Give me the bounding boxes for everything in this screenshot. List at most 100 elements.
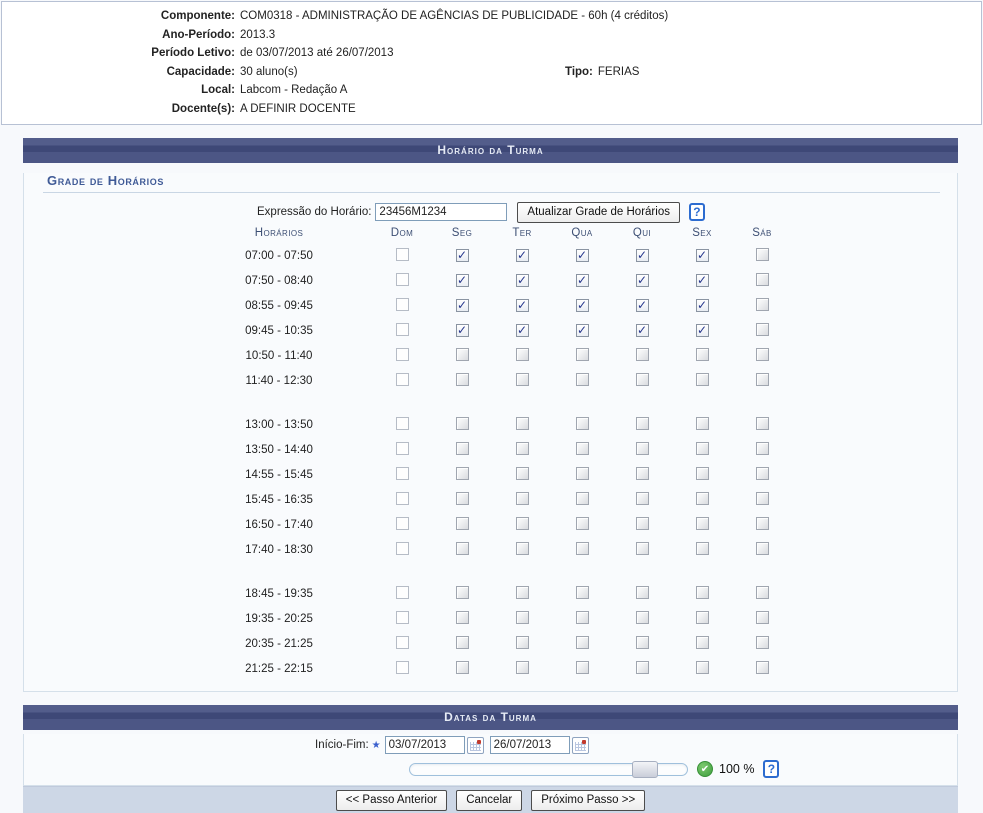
dates-panel: Datas da Turma Início-Fim: ★ ✔ 100 % ? <… [23, 705, 958, 813]
checkbox-dom-8[interactable] [396, 442, 409, 455]
checkbox-sex-15 [696, 636, 709, 649]
progress-slider-handle[interactable] [632, 761, 658, 778]
info-value: COM0318 - ADMINISTRAÇÃO DE AGÊNCIAS DE P… [240, 7, 668, 26]
previous-step-button[interactable]: << Passo Anterior [336, 790, 447, 811]
checkbox-qua-4[interactable]: ✓ [576, 324, 589, 337]
info-label-secondary: Tipo: [565, 63, 593, 82]
grid-cell [372, 243, 432, 268]
checkbox-dom-5[interactable] [396, 348, 409, 361]
checkbox-sab-3 [756, 298, 769, 311]
schedule-row: 17:40 - 18:30 [224, 537, 792, 562]
grid-cell [612, 487, 672, 512]
start-date-calendar-icon[interactable] [467, 737, 484, 754]
grid-header-time: Horários [224, 223, 372, 243]
grid-cell [552, 437, 612, 462]
grid-cell [552, 537, 612, 562]
checkbox-sab-10 [756, 492, 769, 505]
progress-percent: 100 % [719, 762, 754, 776]
required-star-icon: ★ [372, 740, 381, 751]
progress-slider[interactable] [409, 763, 688, 776]
checkbox-dom-12[interactable] [396, 542, 409, 555]
checkbox-dom-16[interactable] [396, 661, 409, 674]
start-date-input[interactable] [385, 736, 465, 754]
grid-cell [672, 512, 732, 537]
grid-cell [672, 606, 732, 631]
info-value: Labcom - Redação A [240, 81, 347, 100]
grid-cell [432, 462, 492, 487]
checkbox-ter-2[interactable]: ✓ [516, 274, 529, 287]
grid-header-row: HoráriosDomSegTerQuaQuiSexSáb [224, 223, 792, 243]
checkbox-dom-10[interactable] [396, 492, 409, 505]
info-label: Local: [2, 81, 235, 100]
schedule-panel-title: Horário da Turma [23, 138, 958, 163]
checkbox-seg-7 [456, 417, 469, 430]
time-slot-label: 20:35 - 21:25 [224, 631, 372, 656]
grid-cell [672, 581, 732, 606]
checkbox-qui-11 [636, 517, 649, 530]
grid-cell [372, 412, 432, 437]
checkbox-ter-3[interactable]: ✓ [516, 299, 529, 312]
checkbox-sex-1[interactable]: ✓ [696, 249, 709, 262]
grid-cell [372, 437, 432, 462]
checkbox-dom-9[interactable] [396, 467, 409, 480]
checkbox-dom-4[interactable] [396, 323, 409, 336]
progress-help-icon[interactable]: ? [763, 760, 779, 778]
checkbox-sex-5 [696, 348, 709, 361]
help-icon[interactable]: ? [689, 203, 705, 221]
grid-cell [732, 537, 792, 562]
checkbox-dom-2[interactable] [396, 273, 409, 286]
schedule-row: 13:50 - 14:40 [224, 437, 792, 462]
time-slot-label: 11:40 - 12:30 [224, 368, 372, 393]
checkbox-seg-13 [456, 586, 469, 599]
grid-cell [732, 293, 792, 318]
checkbox-seg-4[interactable]: ✓ [456, 324, 469, 337]
grid-cell [732, 581, 792, 606]
checkbox-sex-4[interactable]: ✓ [696, 324, 709, 337]
checkbox-qua-1[interactable]: ✓ [576, 249, 589, 262]
checkbox-qua-3[interactable]: ✓ [576, 299, 589, 312]
checkbox-sex-3[interactable]: ✓ [696, 299, 709, 312]
checkbox-sab-6 [756, 373, 769, 386]
checkbox-qui-12 [636, 542, 649, 555]
checkbox-seg-1[interactable]: ✓ [456, 249, 469, 262]
checkbox-ter-1[interactable]: ✓ [516, 249, 529, 262]
checkbox-qui-3[interactable]: ✓ [636, 299, 649, 312]
dates-panel-title: Datas da Turma [23, 705, 958, 730]
checkbox-dom-3[interactable] [396, 298, 409, 311]
end-date-input[interactable] [490, 736, 570, 754]
checkbox-dom-13[interactable] [396, 586, 409, 599]
checkbox-ter-4[interactable]: ✓ [516, 324, 529, 337]
checkbox-sex-16 [696, 661, 709, 674]
grid-cell [432, 606, 492, 631]
schedule-grid-body: 07:00 - 07:50✓✓✓✓✓07:50 - 08:40✓✓✓✓✓08:5… [224, 243, 792, 681]
checkbox-dom-11[interactable] [396, 517, 409, 530]
grid-cell [672, 537, 732, 562]
grid-cell: ✓ [672, 318, 732, 343]
time-slot-label: 08:55 - 09:45 [224, 293, 372, 318]
expression-input[interactable] [375, 203, 507, 221]
checkbox-qui-2[interactable]: ✓ [636, 274, 649, 287]
checkbox-qui-1[interactable]: ✓ [636, 249, 649, 262]
checkbox-qui-4[interactable]: ✓ [636, 324, 649, 337]
end-date-calendar-icon[interactable] [572, 737, 589, 754]
update-grid-button[interactable]: Atualizar Grade de Horários [517, 202, 680, 223]
checkbox-seg-3[interactable]: ✓ [456, 299, 469, 312]
checkbox-dom-6[interactable] [396, 373, 409, 386]
info-value: A DEFINIR DOCENTE [240, 100, 356, 119]
checkbox-sex-2[interactable]: ✓ [696, 274, 709, 287]
grid-cell [612, 412, 672, 437]
checkbox-seg-2[interactable]: ✓ [456, 274, 469, 287]
checkbox-dom-14[interactable] [396, 611, 409, 624]
checkbox-dom-15[interactable] [396, 636, 409, 649]
checkbox-dom-1[interactable] [396, 248, 409, 261]
checkbox-qua-2[interactable]: ✓ [576, 274, 589, 287]
checkbox-dom-7[interactable] [396, 417, 409, 430]
checkbox-sab-15 [756, 636, 769, 649]
cancel-button[interactable]: Cancelar [456, 790, 522, 811]
grid-cell [432, 631, 492, 656]
info-label: Ano-Período: [2, 26, 235, 45]
grid-cell: ✓ [672, 293, 732, 318]
next-step-button[interactable]: Próximo Passo >> [531, 790, 645, 811]
grid-cell: ✓ [492, 293, 552, 318]
grid-cell [612, 537, 672, 562]
